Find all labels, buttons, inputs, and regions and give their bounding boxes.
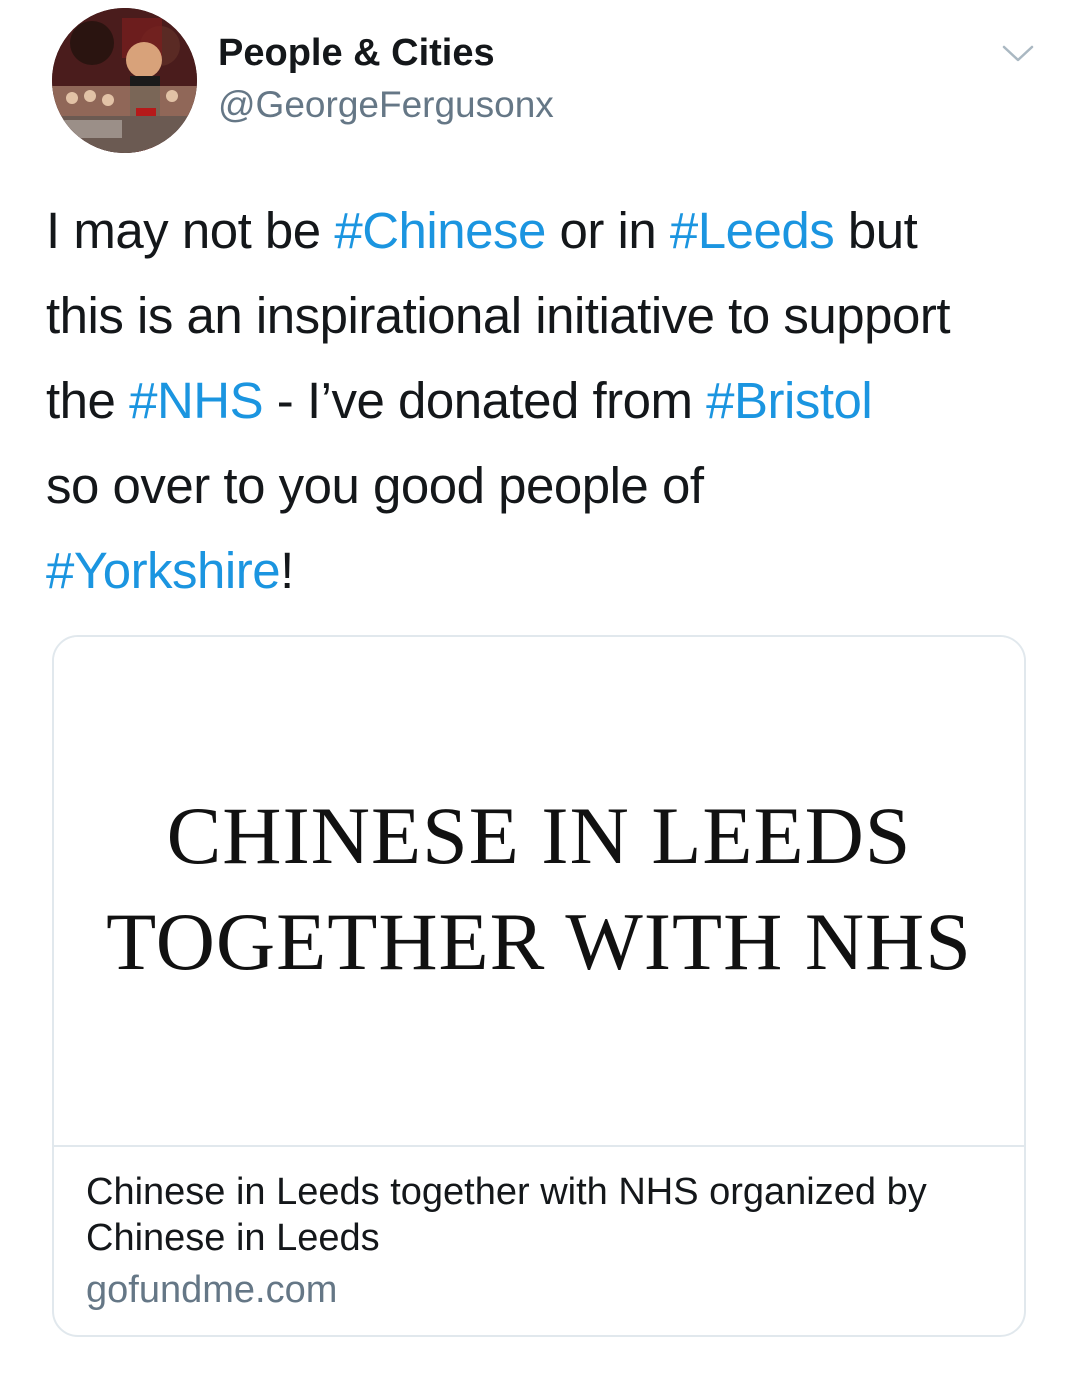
tweet-text-segment: I may not be: [46, 202, 335, 259]
tweet-text-segment: so over to you good people of: [46, 457, 704, 514]
card-title: Chinese in Leeds together with NHS organ…: [86, 1171, 927, 1259]
tweet-text-line: I may not be #Chinese or in #Leeds but: [46, 188, 1056, 273]
avatar[interactable]: [52, 8, 197, 153]
tweet-text-segment: the: [46, 372, 130, 429]
hashtag-link[interactable]: #NHS: [129, 372, 264, 429]
hashtag-link[interactable]: #Yorkshire: [46, 542, 281, 599]
tweet-text: I may not be #Chinese or in #Leeds but th…: [46, 188, 1056, 613]
card-image: CHINESE IN LEEDS TOGETHER WITH NHS: [54, 637, 1024, 1147]
tweet-text-line: this is an inspirational initiative to s…: [46, 273, 1056, 358]
tweet-text-line: the #NHS - I’ve donated from #Bristol: [46, 358, 1056, 443]
tweet-text-segment: !: [280, 542, 294, 599]
chevron-down-icon[interactable]: [998, 38, 1038, 68]
tweet-text-segment: - I’ve donated from: [263, 372, 707, 429]
tweet-text-line: #Yorkshire!: [46, 528, 1056, 613]
tweet-text-segment: or in: [545, 202, 670, 259]
hashtag-link[interactable]: #Chinese: [334, 202, 546, 259]
tweet: People & Cities @GeorgeFergusonx I may n…: [0, 0, 1075, 1373]
card-domain: gofundme.com: [86, 1269, 338, 1311]
link-card[interactable]: CHINESE IN LEEDS TOGETHER WITH NHS Chine…: [52, 635, 1026, 1337]
display-name[interactable]: People & Cities: [218, 32, 495, 75]
card-image-line-2: TOGETHER WITH NHS: [106, 896, 972, 987]
tweet-text-segment: this is an inspirational initiative to s…: [46, 287, 951, 344]
tweet-text-line: so over to you good people of: [46, 443, 1056, 528]
hashtag-link[interactable]: #Leeds: [670, 202, 835, 259]
username-handle[interactable]: @GeorgeFergusonx: [218, 84, 554, 126]
hashtag-link[interactable]: #Bristol: [706, 372, 873, 429]
card-image-line-1: CHINESE IN LEEDS: [166, 790, 912, 881]
avatar-image: [52, 8, 197, 153]
tweet-text-segment: but: [834, 202, 918, 259]
